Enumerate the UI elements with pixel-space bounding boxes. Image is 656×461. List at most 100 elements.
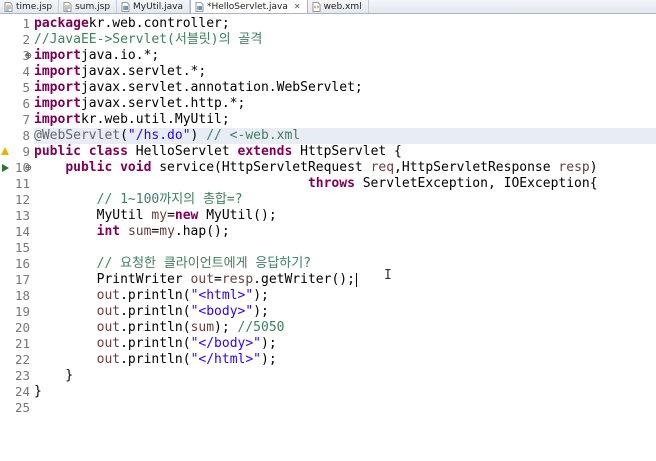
editor-tab[interactable]: sum.jsp xyxy=(59,0,118,13)
code-token: "</html>" xyxy=(190,352,262,367)
line-number: 23 xyxy=(14,368,30,383)
code-line[interactable]: importjavax.servlet.annotation.WebServle… xyxy=(34,80,363,96)
editor-tab[interactable]: web.xml xyxy=(308,0,369,13)
code-token: PrintWriter xyxy=(34,272,191,287)
code-line[interactable]: out.println("<body>"); xyxy=(34,304,269,320)
code-token: out xyxy=(96,352,121,367)
code-line[interactable]: public class HelloServlet extends HttpSe… xyxy=(34,144,402,160)
jsp-file-icon xyxy=(4,1,13,12)
code-token: resp xyxy=(558,160,590,175)
code-token: ServletException, IOException{ xyxy=(362,176,598,191)
close-tab-icon[interactable]: ✕ xyxy=(294,2,301,11)
code-token: import xyxy=(34,96,81,111)
fold-collapse-icon[interactable]: ⊖ xyxy=(25,160,34,176)
code-token: throws xyxy=(307,176,363,191)
code-token: .println( xyxy=(120,304,191,319)
code-line[interactable]: out.println(sum); //5050 xyxy=(34,320,285,336)
line-number: 15 xyxy=(14,240,30,255)
line-number: 12 xyxy=(14,192,30,207)
code-token: "<body>" xyxy=(190,304,254,319)
code-token: = xyxy=(167,208,175,223)
code-token: ); xyxy=(261,352,277,367)
code-line[interactable]: // 1~100까지의 총합=? xyxy=(34,192,243,208)
code-token: // 1~100까지의 총합=? xyxy=(96,192,243,207)
code-token: } xyxy=(34,368,74,383)
code-token: @WebServlet xyxy=(34,128,121,143)
code-token: HelloServlet xyxy=(135,144,238,159)
code-editor[interactable]: 1 2 3 ⊕ 4 5 6 7 8 9 10 ⊖ 11 12 13 14 15 16 17 18 19 20 21 22 23 2… xyxy=(0,14,656,461)
line-number: 2 xyxy=(22,32,30,47)
xml-file-icon xyxy=(312,1,321,12)
code-line[interactable]: out.println("<html>"); xyxy=(34,288,269,304)
code-token: // <-web.xml xyxy=(206,128,301,143)
code-line[interactable]: //JavaEE->Servlet(서블릿)의 골격 xyxy=(34,32,262,48)
code-token: out xyxy=(96,336,121,351)
code-token: MyUtil(); xyxy=(206,208,277,223)
code-token: import xyxy=(34,64,81,79)
line-number: 11 xyxy=(14,176,30,191)
line-number: 22 xyxy=(14,352,30,367)
code-token: public class xyxy=(34,144,136,159)
code-token: "</body>" xyxy=(190,336,262,351)
code-line[interactable]: packagekr.web.controller; xyxy=(34,16,230,32)
editor-tab-bar: time.jsp sum.jsp J MyUtil.java J *HelloServle… xyxy=(0,0,656,14)
line-number: 20 xyxy=(14,320,30,335)
code-token: } xyxy=(34,384,42,399)
code-line[interactable]: MyUtil my=new MyUtil(); xyxy=(34,208,277,224)
code-token: .println( xyxy=(120,288,191,303)
editor-tab[interactable]: J MyUtil.java xyxy=(117,0,190,13)
line-number: 13 xyxy=(14,208,30,223)
code-line[interactable]: // 요청한 클라이언트에게 응답하기? xyxy=(34,256,311,272)
code-token: kr.web.util.MyUtil; xyxy=(80,112,230,127)
code-token: kr.web.controller; xyxy=(88,16,230,31)
code-token: "/hs.do" xyxy=(127,128,191,143)
code-line[interactable]: public void service(HttpServletRequest r… xyxy=(34,160,598,176)
code-token: ); xyxy=(214,320,238,335)
code-token: out xyxy=(96,288,121,303)
code-token: my xyxy=(159,224,175,239)
code-line[interactable]: } xyxy=(34,384,42,400)
fold-expand-icon[interactable]: ⊕ xyxy=(25,48,34,64)
code-token: //JavaEE->Servlet(서블릿)의 골격 xyxy=(34,32,263,47)
editor-tab[interactable]: J *HelloServlet.java ✕ xyxy=(189,0,308,13)
line-number: 25 xyxy=(14,400,30,415)
line-number: 7 xyxy=(22,112,30,127)
code-token: package xyxy=(34,16,89,31)
line-number: 17 xyxy=(14,272,30,287)
jsp-file-icon xyxy=(63,1,72,12)
line-number: 16 xyxy=(14,256,30,271)
code-token: //5050 xyxy=(237,320,285,335)
code-line[interactable]: importjava.io.*; xyxy=(34,48,159,64)
code-line[interactable]: } xyxy=(34,368,73,384)
code-token: req xyxy=(370,160,395,175)
code-token: ) xyxy=(589,160,598,175)
line-number: 8 xyxy=(22,128,30,143)
code-token: sum xyxy=(127,224,152,239)
code-line[interactable]: int sum=my.hap(); xyxy=(34,224,230,240)
code-token: out xyxy=(96,304,121,319)
code-token: .getWriter(); xyxy=(253,272,355,287)
code-token: out xyxy=(96,320,121,335)
code-token: ); xyxy=(253,288,269,303)
line-number: 4 xyxy=(22,64,30,79)
code-line[interactable]: @WebServlet("/hs.do") // <-web.xml xyxy=(34,128,300,144)
code-token: import xyxy=(34,80,81,95)
code-token: service(HttpServletRequest xyxy=(159,160,371,175)
code-area[interactable]: packagekr.web.controller;//JavaEE->Servl… xyxy=(34,14,656,461)
editor-tab[interactable]: time.jsp xyxy=(0,0,60,13)
code-line[interactable]: importkr.web.util.MyUtil; xyxy=(34,112,230,128)
code-line[interactable]: importjavax.servlet.*; xyxy=(34,64,206,80)
code-line[interactable]: importjavax.servlet.http.*; xyxy=(34,96,245,112)
code-line[interactable]: throws ServletException, IOException{ xyxy=(34,176,598,192)
code-token: javax.servlet.annotation.WebServlet; xyxy=(80,80,363,95)
code-token: MyUtil xyxy=(34,208,152,223)
code-token: sum xyxy=(190,320,215,335)
code-line[interactable]: out.println("</body>"); xyxy=(34,336,277,352)
code-line[interactable]: PrintWriter out=resp.getWriter(); xyxy=(34,272,357,288)
code-line[interactable]: out.println("</html>"); xyxy=(34,352,277,368)
